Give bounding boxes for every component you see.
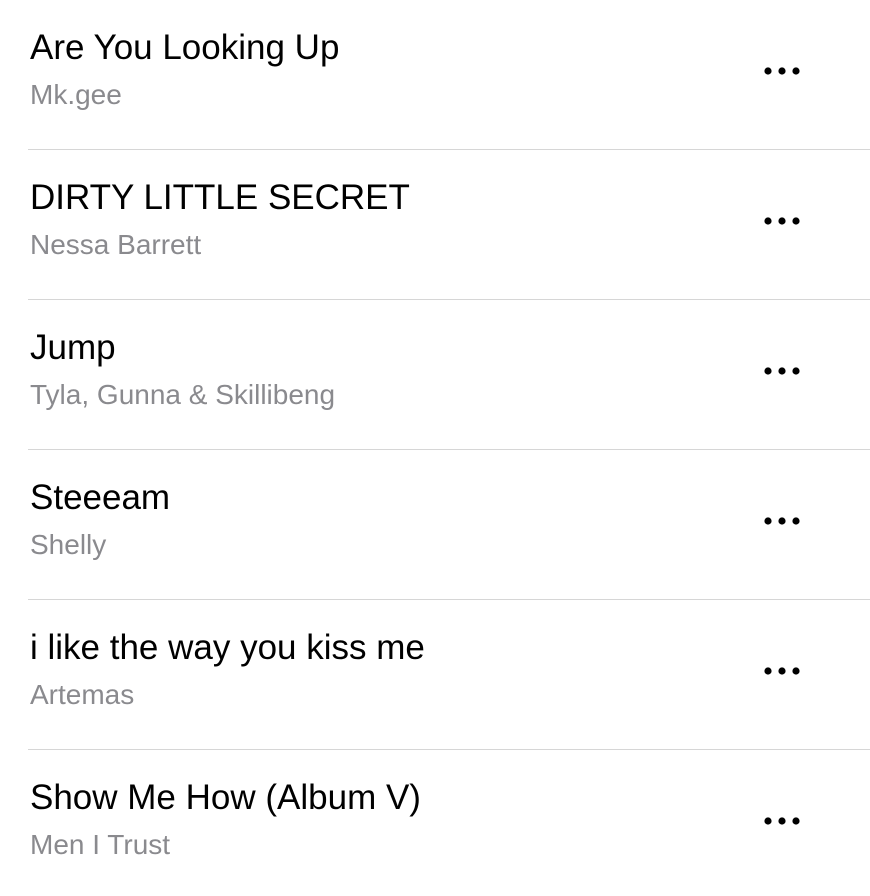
song-list: Are You Looking Up Mk.gee DIRTY LITTLE S… <box>0 0 870 896</box>
song-title: DIRTY LITTLE SECRET <box>30 178 410 217</box>
song-artist: Tyla, Gunna & Skillibeng <box>30 379 336 410</box>
song-row[interactable]: Steeeam Shelly <box>0 450 870 600</box>
song-artist: Artemas <box>30 679 135 710</box>
song-row[interactable]: Jump Tyla, Gunna & Skillibeng <box>0 300 870 450</box>
song-row[interactable]: DIRTY LITTLE SECRET Nessa Barrett <box>0 150 870 300</box>
song-title: Jump <box>30 328 116 367</box>
more-options-button[interactable] <box>762 56 802 86</box>
song-row[interactable]: i like the way you kiss me Artemas <box>0 600 870 750</box>
more-horizontal-icon <box>764 517 800 525</box>
song-artist: Shelly <box>30 529 107 560</box>
song-title: Show Me How (Album V) <box>30 778 421 817</box>
more-options-button[interactable] <box>762 656 802 686</box>
song-title: Steeeam <box>30 478 171 517</box>
song-text: Show Me How (Album V) Men I Trust <box>30 776 750 864</box>
song-artist: Nessa Barrett <box>30 229 202 260</box>
song-text: Jump Tyla, Gunna & Skillibeng <box>30 326 750 414</box>
more-options-button[interactable] <box>762 506 802 536</box>
more-options-button[interactable] <box>762 806 802 836</box>
more-horizontal-icon <box>764 367 800 375</box>
more-horizontal-icon <box>764 67 800 75</box>
song-text: Steeeam Shelly <box>30 476 750 564</box>
more-horizontal-icon <box>764 217 800 225</box>
more-horizontal-icon <box>764 817 800 825</box>
more-horizontal-icon <box>764 667 800 675</box>
song-row[interactable]: Show Me How (Album V) Men I Trust <box>0 750 870 896</box>
song-title: i like the way you kiss me <box>30 628 425 667</box>
song-artist: Mk.gee <box>30 79 122 110</box>
song-row[interactable]: Are You Looking Up Mk.gee <box>0 0 870 150</box>
song-text: i like the way you kiss me Artemas <box>30 626 750 714</box>
song-text: DIRTY LITTLE SECRET Nessa Barrett <box>30 176 750 264</box>
more-options-button[interactable] <box>762 356 802 386</box>
song-artist: Men I Trust <box>30 829 171 860</box>
more-options-button[interactable] <box>762 206 802 236</box>
song-text: Are You Looking Up Mk.gee <box>30 26 750 114</box>
song-title: Are You Looking Up <box>30 28 340 67</box>
